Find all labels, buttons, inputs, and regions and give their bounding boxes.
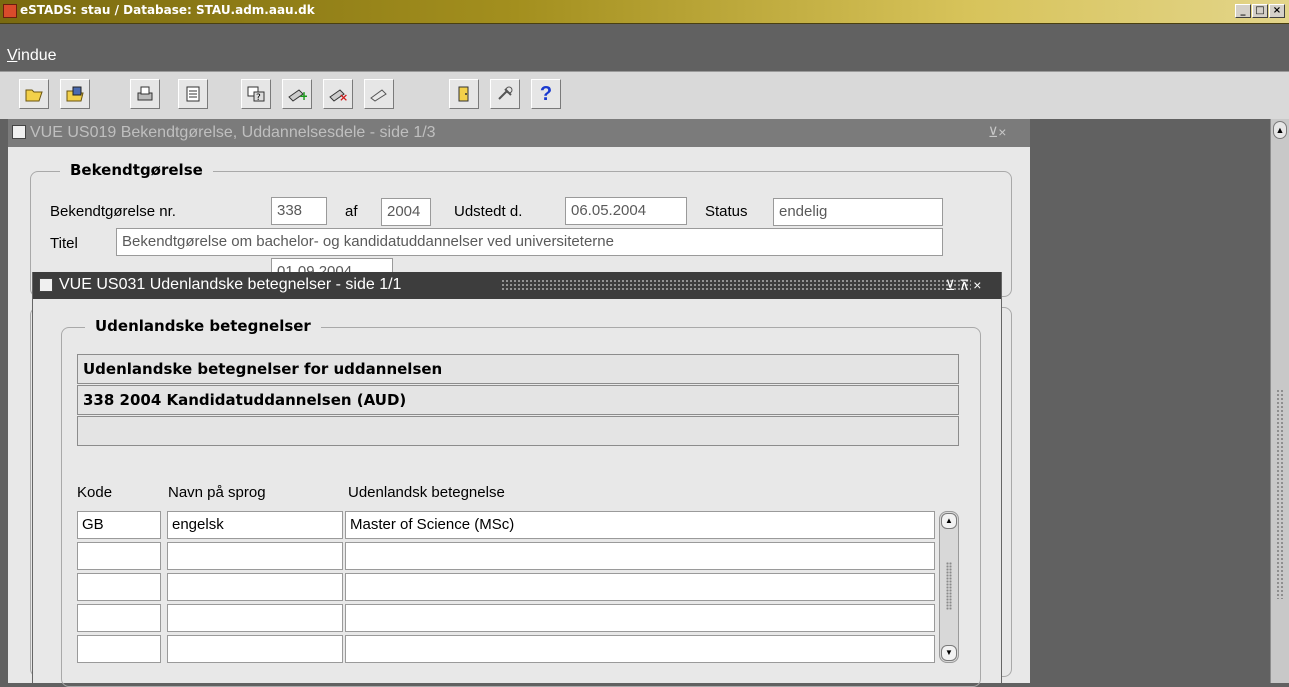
delete-record-button[interactable]: × <box>323 79 353 109</box>
query-button[interactable]: ? <box>241 79 271 109</box>
row-3-sprog[interactable] <box>167 573 343 601</box>
maximize-button[interactable]: □ <box>1252 4 1268 18</box>
status-field[interactable]: endelig <box>773 198 943 226</box>
menu-vindue-accelerator: V <box>7 47 18 64</box>
row-1-sprog[interactable]: engelsk <box>167 511 343 539</box>
toolbar: ? + × ? <box>0 71 1289 119</box>
document-button[interactable] <box>178 79 208 109</box>
close-button[interactable]: × <box>1269 4 1285 18</box>
titel-label: Titel <box>50 235 78 252</box>
svg-text:+: + <box>299 89 307 103</box>
java-app-icon <box>3 4 17 18</box>
rows-scroll-down-icon[interactable]: ▼ <box>941 645 957 661</box>
svg-text:×: × <box>339 91 348 103</box>
form-window-icon <box>39 278 53 292</box>
main-window-controls[interactable]: ⊻× <box>988 124 1006 141</box>
main-window-caption[interactable]: VUE US019 Bekendtgørelse, Uddannelsesdel… <box>8 119 1030 147</box>
dialog-caption[interactable]: VUE US031 Udenlandske betegnelser - side… <box>33 272 1001 299</box>
info-line-1: Udenlandske betegnelser for uddannelsen <box>77 354 959 384</box>
clear-button[interactable] <box>364 79 394 109</box>
row-4-betegnelse[interactable] <box>345 604 935 632</box>
group-udenlandske-title: Udenlandske betegnelser <box>85 317 321 335</box>
row-1-kode[interactable]: GB <box>77 511 161 539</box>
col-header-sprog: Navn på sprog <box>168 484 266 501</box>
query-icon: ? <box>247 86 265 103</box>
scroll-up-arrow-icon[interactable]: ▲ <box>1273 121 1287 139</box>
nr-label: Bekendtgørelse nr. <box>50 203 176 220</box>
minimize-button[interactable]: _ <box>1235 4 1251 18</box>
menu-bar: Vindue <box>0 25 1289 71</box>
dialog-title: VUE US031 Udenlandske betegnelser - side… <box>59 276 402 293</box>
workspace-vertical-scrollbar[interactable]: ▲ <box>1270 119 1289 683</box>
insert-record-icon: + <box>288 89 307 103</box>
help-button[interactable]: ? <box>531 79 561 109</box>
row-1-betegnelse[interactable]: Master of Science (MSc) <box>345 511 935 539</box>
exit-button[interactable] <box>449 79 479 109</box>
row-2-kode[interactable] <box>77 542 161 570</box>
row-4-kode[interactable] <box>77 604 161 632</box>
row-4-sprog[interactable] <box>167 604 343 632</box>
row-5-kode[interactable] <box>77 635 161 663</box>
info-line-3 <box>77 416 959 446</box>
app-title-bar[interactable]: eSTADS: stau / Database: STAU.adm.aau.dk… <box>0 0 1289 24</box>
tools-icon <box>498 86 513 100</box>
row-2-sprog[interactable] <box>167 542 343 570</box>
row-2-betegnelse[interactable] <box>345 542 935 570</box>
status-label: Status <box>705 203 748 220</box>
save-button[interactable] <box>60 79 90 109</box>
exit-icon <box>458 86 469 102</box>
delete-record-icon: × <box>329 89 348 103</box>
insert-record-button[interactable]: + <box>282 79 312 109</box>
af-label: af <box>345 203 358 220</box>
clear-icon <box>370 89 387 102</box>
save-icon <box>66 86 84 102</box>
scroll-thumb-grip[interactable] <box>1276 389 1284 599</box>
main-window-title: VUE US019 Bekendtgørelse, Uddannelsesdel… <box>30 124 436 141</box>
open-folder-button[interactable] <box>19 79 49 109</box>
dialog-us031: VUE US031 Udenlandske betegnelser - side… <box>32 272 1002 687</box>
col-header-betegnelse: Udenlandsk betegnelse <box>348 484 505 501</box>
dialog-controls[interactable]: ⊻ ⊼ × <box>945 277 981 294</box>
udstedt-label: Udstedt d. <box>454 203 523 220</box>
row-5-sprog[interactable] <box>167 635 343 663</box>
row-3-betegnelse[interactable] <box>345 573 935 601</box>
info-line-2: 338 2004 Kandidatuddannelsen (AUD) <box>77 385 959 415</box>
group-bekendtgorelse-title: Bekendtgørelse <box>60 161 213 179</box>
menu-vindue[interactable]: Vindue <box>7 47 57 65</box>
rows-scroll-grip[interactable] <box>946 562 952 610</box>
year-field[interactable]: 2004 <box>381 198 431 226</box>
col-header-kode: Kode <box>77 484 113 501</box>
row-5-betegnelse[interactable] <box>345 635 935 663</box>
form-window-icon <box>12 125 26 139</box>
app-title: eSTADS: stau / Database: STAU.adm.aau.dk <box>20 3 315 17</box>
udstedt-field[interactable]: 06.05.2004 <box>565 197 687 225</box>
print-icon <box>137 86 153 101</box>
rows-scroll-up-icon[interactable]: ▲ <box>941 513 957 529</box>
caption-drag-pattern <box>501 279 971 292</box>
row-3-kode[interactable] <box>77 573 161 601</box>
titel-field[interactable]: Bekendtgørelse om bachelor- og kandidatu… <box>116 228 943 256</box>
menu-vindue-label: indue <box>17 47 57 64</box>
open-folder-icon <box>25 89 43 102</box>
rows-scrollbar[interactable]: ▲ ▼ <box>939 511 959 663</box>
nr-field[interactable]: 338 <box>271 197 327 225</box>
tools-button[interactable] <box>490 79 520 109</box>
document-icon <box>186 86 200 102</box>
print-button[interactable] <box>130 79 160 109</box>
help-icon: ? <box>539 82 553 105</box>
svg-text:?: ? <box>256 93 261 103</box>
